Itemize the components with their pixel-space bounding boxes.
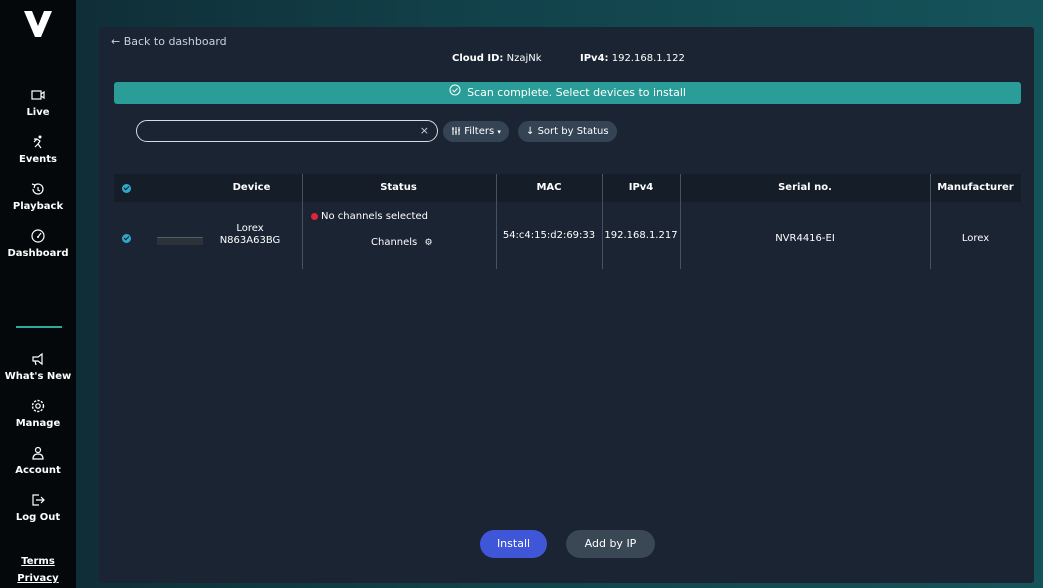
nav-live[interactable]: Live: [0, 87, 76, 118]
ipv4-info: IPv4: 192.168.1.122: [580, 53, 685, 64]
col-status[interactable]: Status: [302, 174, 495, 202]
nav-manage[interactable]: Manage: [0, 398, 76, 429]
arrow-down-icon: ↓: [526, 126, 535, 137]
cloud-id-value: NzajNk: [506, 53, 542, 64]
sidebar: Live Events Playback Dashboard What's Ne…: [0, 0, 76, 588]
megaphone-icon: [0, 351, 76, 369]
col-serial[interactable]: Serial no.: [680, 174, 930, 202]
ipv4-cell: 192.168.1.217: [604, 230, 678, 241]
filters-button[interactable]: Filters ▾: [443, 121, 509, 142]
nav-dashboard-label: Dashboard: [7, 248, 69, 259]
device-id: N863A63BG: [219, 235, 281, 246]
brand-logo[interactable]: [0, 10, 76, 42]
terms-link[interactable]: Terms: [0, 556, 76, 567]
install-button[interactable]: Install: [480, 530, 547, 558]
privacy-link[interactable]: Privacy: [0, 573, 76, 584]
channels-label: Channels: [371, 237, 418, 248]
gear-small-icon: ⚙: [424, 238, 433, 248]
ipv4-value: 192.168.1.122: [611, 53, 685, 64]
mac-cell: 54:c4:15:d2:69:33: [502, 230, 596, 241]
nav-events[interactable]: Events: [0, 134, 76, 165]
col-ipv4[interactable]: IPv4: [602, 174, 680, 202]
nav-manage-label: Manage: [15, 418, 61, 429]
nav-whats-new[interactable]: What's New: [0, 351, 76, 382]
playback-icon: [0, 181, 76, 199]
table-row[interactable]: Lorex N863A63BG No channels selected Cha…: [114, 202, 1021, 270]
dashboard-icon: [0, 228, 76, 246]
logout-icon: [0, 492, 76, 510]
scan-complete-banner: Scan complete. Select devices to install: [114, 82, 1021, 104]
filters-label: Filters: [464, 126, 495, 137]
nav-playback-label: Playback: [12, 201, 64, 212]
col-manufacturer[interactable]: Manufacturer: [930, 174, 1021, 202]
sort-label: Sort by Status: [537, 126, 609, 137]
nav-dashboard[interactable]: Dashboard: [0, 228, 76, 259]
nav-playback[interactable]: Playback: [0, 181, 76, 212]
channels-button[interactable]: Channels ⚙: [371, 237, 433, 248]
nav-log-out[interactable]: Log Out: [0, 492, 76, 523]
live-icon: [0, 87, 76, 105]
main-panel: ← Back to dashboard Cloud ID: NzajNk IPv…: [99, 27, 1034, 583]
sort-by-status-button[interactable]: ↓ Sort by Status: [518, 121, 617, 142]
sidebar-divider: [16, 326, 62, 328]
select-all-checkbox[interactable]: [122, 184, 131, 193]
col-device[interactable]: Device: [204, 174, 299, 202]
status-dot: [311, 212, 318, 220]
nav-log-out-label: Log Out: [15, 512, 61, 523]
device-image: [157, 237, 203, 245]
device-brand: Lorex: [236, 223, 264, 234]
search-input[interactable]: [147, 123, 417, 144]
nav-account-label: Account: [15, 465, 61, 476]
device-cell: Lorex N863A63BG: [210, 223, 290, 247]
cloud-id: Cloud ID: NzajNk: [452, 53, 542, 64]
status-label: No channels selected: [321, 211, 428, 222]
sliders-icon: [451, 126, 464, 137]
nav-events-label: Events: [19, 154, 57, 165]
caret-down-icon: ▾: [497, 128, 501, 136]
nav-live-label: Live: [26, 107, 50, 118]
manufacturer-cell: Lorex: [961, 233, 990, 244]
nav-account[interactable]: Account: [0, 445, 76, 476]
gear-icon: [0, 398, 76, 416]
events-icon: [0, 134, 76, 152]
col-mac[interactable]: MAC: [496, 174, 602, 202]
clear-search-icon[interactable]: ×: [420, 124, 429, 137]
check-circle-icon: [449, 82, 461, 104]
cloud-id-label: Cloud ID:: [452, 53, 504, 64]
banner-text: Scan complete. Select devices to install: [467, 86, 686, 99]
status-text: No channels selected: [311, 211, 428, 222]
back-to-dashboard-link[interactable]: ← Back to dashboard: [111, 35, 227, 48]
nav-whats-new-label: What's New: [4, 371, 72, 382]
table-header: Device Status MAC IPv4 Serial no. Manufa…: [114, 174, 1021, 202]
ipv4-label: IPv4:: [580, 53, 609, 64]
add-by-ip-button[interactable]: Add by IP: [566, 530, 655, 558]
account-icon: [0, 445, 76, 463]
search-box: ×: [136, 120, 438, 144]
serial-cell: NVR4416-EI: [775, 233, 835, 244]
row-select-checkbox[interactable]: [122, 234, 131, 243]
